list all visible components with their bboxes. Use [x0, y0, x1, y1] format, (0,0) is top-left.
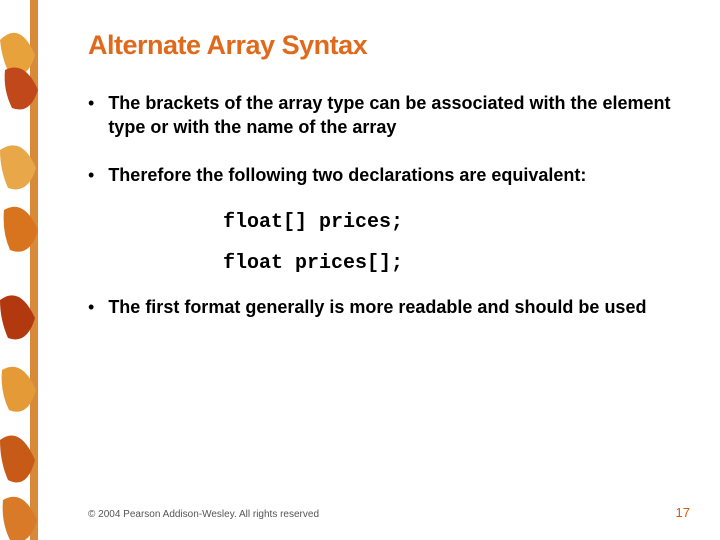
copyright-text: © 2004 Pearson Addison-Wesley. All right…	[88, 509, 319, 520]
page-number: 17	[676, 505, 690, 520]
code-line: float[] prices;	[223, 211, 680, 234]
code-block: float[] prices; float prices[];	[223, 211, 680, 275]
bullet-item: • The brackets of the array type can be …	[88, 91, 680, 139]
bullet-text: Therefore the following two declarations…	[108, 163, 586, 187]
code-line: float prices[];	[223, 252, 680, 275]
slide-title: Alternate Array Syntax	[88, 30, 680, 61]
slide-footer: © 2004 Pearson Addison-Wesley. All right…	[88, 505, 690, 520]
bullet-text: The first format generally is more reada…	[108, 295, 646, 319]
bullet-dot: •	[88, 91, 94, 115]
bullet-dot: •	[88, 163, 94, 187]
bullet-item: • The first format generally is more rea…	[88, 295, 680, 319]
bullet-text: The brackets of the array type can be as…	[108, 91, 680, 139]
autumn-leaves-decoration	[0, 0, 44, 540]
slide-content: Alternate Array Syntax • The brackets of…	[88, 30, 680, 343]
bullet-dot: •	[88, 295, 94, 319]
bullet-item: • Therefore the following two declaratio…	[88, 163, 680, 187]
